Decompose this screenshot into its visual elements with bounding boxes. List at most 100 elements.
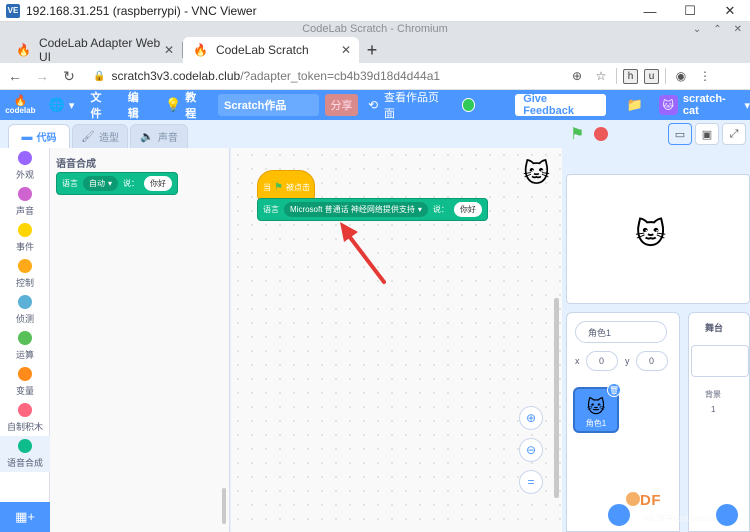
extension-u-icon[interactable]: u [644,68,659,84]
chrome-maximize-icon[interactable]: ⌃ [713,22,721,37]
tab-codelab-scratch[interactable]: 🔥 CodeLab Scratch ✕ [183,37,359,63]
x-label: x [575,356,580,366]
tab-adapter-web-ui[interactable]: 🔥 CodeLab Adapter Web UI ✕ [6,36,182,64]
sprite-x: x 0 [575,351,618,371]
screen-root: { "vnc": { "logo": "VE", "title": "192.1… [0,0,750,532]
profile-icon[interactable]: ◉ [672,67,690,85]
toolbar-separator [616,68,617,84]
share-button[interactable]: 分享 [325,94,358,116]
file-menu[interactable]: 文件 [82,90,119,120]
voice-dropdown[interactable]: Microsoft 普通话 神经网络提供支持 ▾ [284,202,428,217]
add-sprite-button[interactable] [606,502,632,528]
reload-icon[interactable]: ↻ [57,64,81,88]
language-menu[interactable]: 🌐 ▾ [41,90,83,120]
block-label: 说： [123,179,140,188]
tab-sounds-label: 声音 [157,133,178,144]
when-flag-clicked-block[interactable]: 当 ⚑ 被点击 [257,170,315,200]
tab-code[interactable]: ▬ 代码 [8,124,70,148]
script-workspace[interactable]: 当 ⚑ 被点击 语言 Microsoft 普通话 神经网络提供支持 ▾ 说： 你… [231,148,562,532]
url-path: /?adapter_token=cb4b39d18d4d44a1 [240,69,441,83]
category-dot [18,151,32,165]
palette-scrollbar[interactable] [222,488,226,524]
sprite-name-field[interactable]: 角色1 [575,321,667,343]
stage[interactable]: 🐱 [566,174,750,304]
tutorials-label: 教程 [185,92,197,120]
adapter-status-indicator[interactable] [461,98,476,112]
y-field[interactable]: 0 [635,351,668,371]
chrome-close-icon[interactable]: ✕ [734,22,742,37]
chevron-down-icon: ▾ [108,179,113,188]
project-title-input[interactable]: Scratch作品 [218,94,320,116]
green-flag-icon[interactable]: ⚑ [570,124,584,144]
tab-close-icon[interactable]: ✕ [341,43,351,57]
category-sensing[interactable]: 侦测 [0,292,50,328]
remix-icon: ⟲ [367,98,379,112]
chromium-window-title: CodeLab Scratch - Chromium [0,22,750,37]
sprite-cat-icon[interactable]: 🐱 [635,217,666,252]
chromium-window-controls: ⌄ ⌃ ✕ [693,22,742,37]
small-stage-button[interactable]: ▭ [668,123,692,145]
add-extension-button[interactable]: ▦+ [0,502,50,532]
category-my-blocks[interactable]: 自制积木 [0,400,50,436]
category-looks[interactable]: 外观 [0,148,50,184]
edit-menu[interactable]: 编辑 [120,90,157,120]
category-variables[interactable]: 变量 [0,364,50,400]
watermark-sun-icon [626,492,640,506]
user-menu[interactable]: 🐱 scratch-cat ▾ [658,93,750,117]
zoom-reset-icon[interactable]: = [519,470,543,494]
zoom-out-icon[interactable]: ⊖ [519,438,543,462]
category-dot [18,187,32,201]
tab-sounds[interactable]: 🔈 声音 [130,124,188,148]
x-field[interactable]: 0 [585,351,618,371]
watermark: DF mc.DFRobot.com.cn [596,488,746,528]
see-project-page-button[interactable]: ⟲ 查看作品页面 [368,90,448,121]
tab-costumes[interactable]: 🖌 造型 [72,124,128,148]
tutorials-menu[interactable]: 💡 教程 [157,90,214,120]
chevron-down-icon: ▾ [417,205,422,214]
minimize-button[interactable]: — [630,0,670,22]
sprite-cat-icon: 🐱 [586,397,606,417]
tab-label: CodeLab Scratch [215,43,309,57]
green-flag-icon: ⚑ [274,182,283,193]
install-icon[interactable]: ⊕ [568,67,586,85]
tab-strip: 🔥 CodeLab Adapter Web UI ✕ 🔥 CodeLab Scr… [0,36,750,64]
category-operators[interactable]: 运算 [0,328,50,364]
new-tab-button[interactable]: + [359,37,385,63]
workspace-scrollbar[interactable] [554,298,559,498]
category-sound[interactable]: 声音 [0,184,50,220]
close-button[interactable]: ✕ [710,0,750,22]
chrome-minimize-icon[interactable]: ⌄ [693,22,701,37]
voice-dropdown-value: Microsoft 普通话 神经网络提供支持 [290,205,415,214]
trash-icon[interactable]: 🗑 [607,383,621,397]
menu-icon[interactable]: ⋮ [696,67,714,85]
zoom-in-icon[interactable]: ⊕ [519,406,543,430]
large-stage-button[interactable]: ▣ [695,123,719,145]
stop-icon[interactable] [594,127,609,141]
maximize-button[interactable]: ☐ [670,0,710,22]
speak-text-input[interactable]: 你好 [144,176,173,191]
category-text-to-speech[interactable]: 语音合成 [0,436,50,472]
browser-toolbar: ← → ↻ 🔒 scratch3v3.codelab.club /?adapte… [0,63,750,90]
backdrops-label: 背景 [705,390,721,399]
codelab-logo[interactable]: 🔥 codelab [0,90,41,120]
address-bar[interactable]: 🔒 scratch3v3.codelab.club /?adapter_toke… [87,66,562,87]
star-icon[interactable]: ☆ [592,67,610,85]
add-backdrop-button[interactable] [714,502,740,528]
speak-text-input[interactable]: 你好 [453,202,482,217]
sprite-cat-icon: 🐱 [522,158,550,188]
tab-close-icon[interactable]: ✕ [164,43,174,57]
stage-thumbnail[interactable] [691,345,749,377]
give-feedback-button[interactable]: Give Feedback [515,93,607,117]
speak-block-palette[interactable]: 语言 自动 ▾ 说： 你好 [56,172,179,195]
extension-h-icon[interactable]: h [623,68,638,84]
voice-dropdown[interactable]: 自动 ▾ [83,176,119,191]
category-control[interactable]: 控制 [0,256,50,292]
forward-arrow-icon[interactable]: → [30,64,54,88]
scratch-editor: 🔥 codelab 🌐 ▾ 文件 编辑 💡 教程 Scratch作品 分享 ⟲ … [0,90,750,532]
sprite-y: y 0 [625,351,668,371]
folder-icon[interactable]: 📁 [626,97,642,113]
fullscreen-icon[interactable]: ⤢ [722,123,746,145]
back-arrow-icon[interactable]: ← [3,64,27,88]
flame-icon: 🔥 [13,94,28,107]
category-events[interactable]: 事件 [0,220,50,256]
